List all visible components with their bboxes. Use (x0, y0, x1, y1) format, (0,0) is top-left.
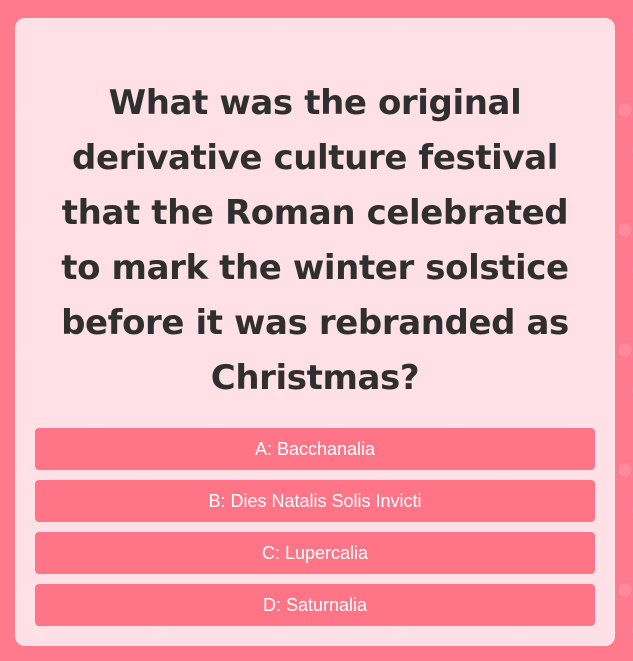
quiz-question: What was the original derivative culture… (61, 83, 569, 398)
answer-button-d[interactable]: D: Saturnalia (35, 584, 595, 626)
answer-button-c[interactable]: C: Lupercalia (35, 532, 595, 574)
answer-button-b[interactable]: B: Dies Natalis Solis Invicti (35, 480, 595, 522)
answer-list: A: Bacchanalia B: Dies Natalis Solis Inv… (35, 428, 595, 636)
quiz-card: What was the original derivative culture… (15, 18, 615, 646)
answer-button-a[interactable]: A: Bacchanalia (35, 428, 595, 470)
